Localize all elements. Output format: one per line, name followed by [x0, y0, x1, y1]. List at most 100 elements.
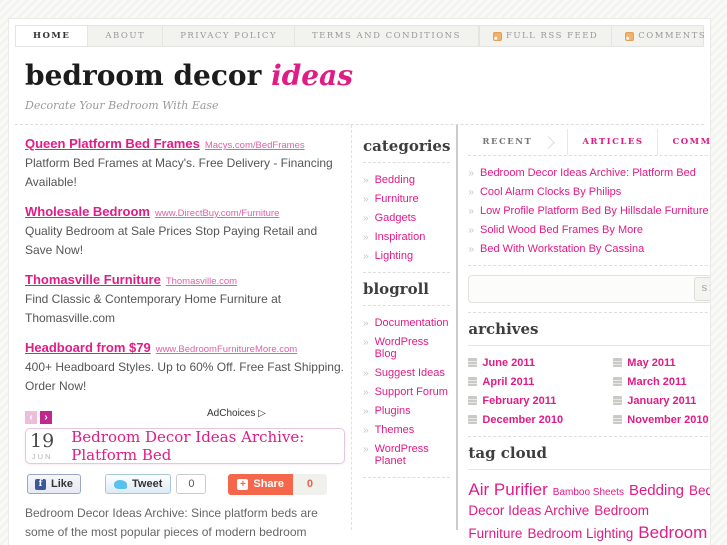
post-body: Bedroom Decor Ideas Archive: Since platf… [25, 504, 345, 545]
sidebar-tab[interactable]: COMMENTS [657, 129, 710, 155]
ad-url-link[interactable]: www.DirectBuy.com/Furniture [155, 208, 279, 219]
content-columns: Queen Platform Bed Frames Macys.com/BedFr… [15, 125, 710, 545]
ad-url-link[interactable]: Macys.com/BedFrames [205, 140, 305, 151]
nav-tab[interactable]: TERMS AND CONDITIONS [295, 26, 479, 46]
archive-month-item[interactable]: May 2011 [613, 353, 710, 372]
ad-title-link[interactable]: Thomasville Furniture [25, 272, 161, 287]
tag-link[interactable]: Bedding [629, 482, 684, 499]
category-item[interactable]: » Inspiration [363, 227, 450, 246]
share-label: Share [253, 478, 284, 491]
blogroll-item[interactable]: » Plugins [363, 401, 450, 420]
blogroll-item[interactable]: » WordPress Blog [363, 332, 450, 363]
facebook-like-button[interactable]: f Like [27, 474, 82, 495]
sidebar-tab[interactable]: ARTICLES [567, 129, 657, 155]
ad-pager: ‹ › AdChoices ▷ [25, 407, 345, 424]
bullet-icon: » [363, 443, 369, 455]
category-link: Furniture [374, 192, 419, 205]
archive-month-item[interactable]: February 2011 [468, 391, 613, 410]
blogroll-link: WordPress Blog [374, 335, 429, 360]
separator [468, 469, 710, 470]
bullet-icon: » [363, 386, 369, 398]
site-title[interactable]: bedroom decor ideas [25, 59, 694, 92]
feed-link-label: COMMENTS FEED [638, 31, 710, 41]
search-bar: SEARCH [468, 275, 710, 303]
ad-title-link[interactable]: Headboard from $79 [25, 340, 151, 355]
category-item[interactable]: » Gadgets [363, 208, 450, 227]
ad-next-button[interactable]: › [40, 410, 52, 424]
tag-link[interactable]: Bamboo Sheets [553, 487, 624, 498]
separator [468, 345, 710, 346]
right-sidebar: RECENTARTICLESCOMMENTS » Bedroom Decor Id… [458, 125, 710, 542]
share-count[interactable]: 0 [292, 473, 327, 495]
post-date-badge: 19 JUN [26, 430, 58, 461]
nav-tab[interactable]: PRIVACY POLICY [163, 26, 295, 46]
feed-link[interactable]: FULL RSS FEED [478, 26, 611, 46]
share-button[interactable]: + Share [228, 473, 293, 495]
blogroll-item[interactable]: » Support Forum [363, 382, 450, 401]
blogroll-item[interactable]: » Suggest Ideas [363, 363, 450, 382]
ad-title-link[interactable]: Wholesale Bedroom [25, 204, 150, 219]
post-header: 19 JUN Bedroom Decor Ideas Archive: Plat… [25, 427, 345, 464]
bullet-icon: » [363, 424, 369, 436]
blogroll-item[interactable]: » Documentation [363, 313, 450, 332]
ad-url-link[interactable]: www.BedroomFurnitureMore.com [156, 344, 298, 355]
calendar-icon [468, 377, 478, 386]
search-input[interactable] [470, 278, 695, 300]
tweet-label: Tweet [132, 478, 163, 491]
separator [363, 162, 451, 163]
calendar-icon [613, 377, 623, 386]
blogroll-item[interactable]: » Themes [363, 420, 450, 439]
archive-month-item[interactable]: January 2011 [613, 391, 710, 410]
archive-month-link: December 2010 [482, 413, 564, 426]
post-title-link[interactable]: Bedroom Decor Ideas Archive: Platform Be… [58, 429, 344, 463]
archive-month-item[interactable]: March 2011 [613, 372, 710, 391]
ad-item: Wholesale Bedroom www.DirectBuy.com/Furni… [25, 203, 345, 260]
tweet-button[interactable]: Tweet [105, 474, 172, 495]
nav-tab[interactable]: ABOUT [88, 26, 164, 46]
share-plus-icon: + [237, 478, 249, 490]
tag-link[interactable]: Bedroom Lighting [527, 526, 633, 541]
tweet-count[interactable]: 0 [176, 474, 207, 495]
recent-post-item[interactable]: » Solid Wood Bed Frames By More [468, 220, 710, 239]
ad-title-link[interactable]: Queen Platform Bed Frames [25, 136, 200, 151]
archive-month-link: November 2010 [627, 413, 709, 426]
tag-link[interactable]: Air Purifier [468, 480, 547, 499]
bullet-icon: » [468, 243, 474, 255]
category-link: Inspiration [374, 230, 426, 243]
rss-icon [492, 31, 502, 41]
sidebar-tab[interactable]: RECENT [468, 129, 568, 155]
social-bar: f Like Tweet 0 + Share 0 [27, 473, 345, 495]
recent-post-item[interactable]: » Cool Alarm Clocks By Philips [468, 182, 710, 201]
category-link: Lighting [374, 249, 414, 262]
blogroll-item[interactable]: » WordPress Planet [363, 439, 450, 470]
adchoices-link[interactable]: AdChoices ▷ [207, 408, 266, 419]
archive-month-item[interactable]: April 2011 [468, 372, 613, 391]
search-button[interactable]: SEARCH [694, 277, 710, 301]
blogroll-link: Plugins [374, 404, 411, 417]
recent-post-item[interactable]: » Bedroom Decor Ideas Archive: Platform B… [468, 163, 710, 182]
feed-link[interactable]: COMMENTS FEED [611, 26, 710, 46]
calendar-icon [468, 358, 478, 367]
feed-link-label: FULL RSS FEED [505, 31, 599, 41]
category-item[interactable]: » Bedding [363, 170, 450, 189]
categories-heading: categories [363, 137, 451, 155]
facebook-icon: f [35, 478, 46, 490]
separator [468, 436, 710, 437]
archive-month-item[interactable]: December 2010 [468, 410, 613, 429]
archive-month-item[interactable]: June 2011 [468, 353, 613, 372]
blogroll-link: WordPress Planet [374, 442, 429, 467]
ad-url-link[interactable]: Thomasville.com [166, 276, 237, 287]
separator [363, 477, 451, 478]
archive-month-item[interactable]: November 2010 [613, 410, 710, 429]
ad-prev-button[interactable]: ‹ [25, 410, 37, 424]
calendar-icon [613, 358, 623, 367]
top-navbar: HOME ABOUT PRIVACY POLICY TERMS AND CONDITI… [15, 25, 710, 47]
recent-post-item[interactable]: » Bed With Workstation By Cassina [468, 239, 710, 258]
category-item[interactable]: » Lighting [363, 246, 450, 265]
nav-tab[interactable]: HOME [16, 26, 89, 46]
category-item[interactable]: » Furniture [363, 189, 450, 208]
recent-post-item[interactable]: » Low Profile Platform Bed By Hillsdale F… [468, 201, 710, 220]
ad-description: Find Classic & Contemporary Home Furnitu… [25, 291, 282, 325]
bullet-icon: » [363, 174, 369, 186]
bullet-icon: » [363, 336, 369, 348]
